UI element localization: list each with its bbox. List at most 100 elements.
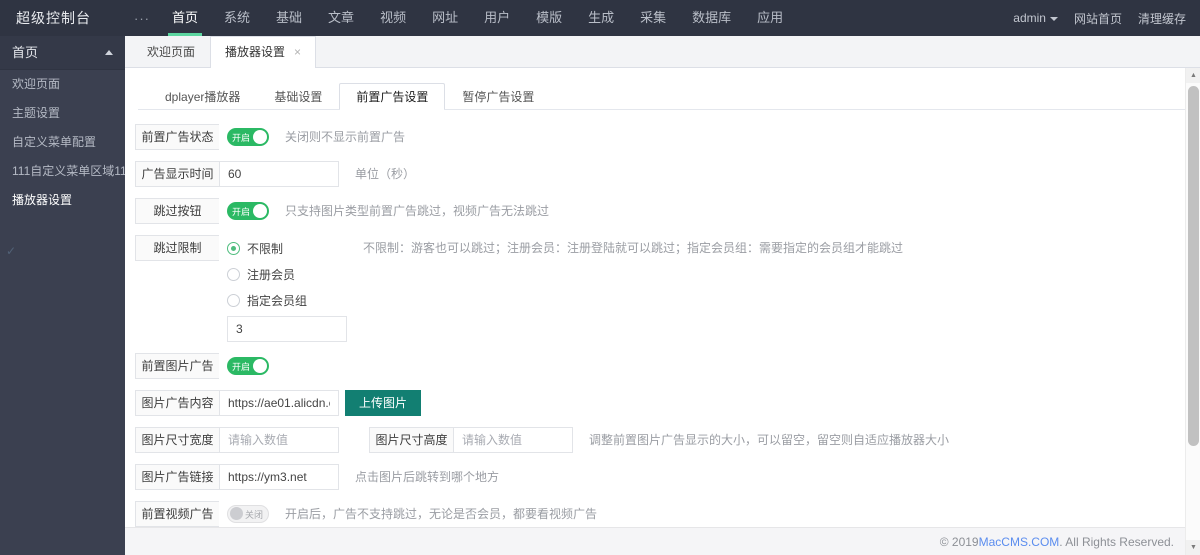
nav-item-video[interactable]: 视频 (367, 0, 419, 36)
preroll-ad-form: 前置广告状态 开启 关闭则不显示前置广告 广告显示时间 单位（秒） (125, 110, 1200, 555)
label-image-link: 图片广告链接 (135, 464, 219, 490)
main-nav: 首页 系统 基础 文章 视频 网址 用户 模版 生成 采集 数据库 应用 (159, 0, 796, 36)
hint-image-link: 点击图片后跳转到哪个地方 (355, 470, 500, 484)
footer: © 2019 MacCMS.COM. All Rights Reserved. (125, 527, 1200, 555)
radio-icon (227, 267, 240, 281)
app-logo: 超级控制台 (16, 10, 91, 26)
row-image-link: 图片广告链接 点击图片后跳转到哪个地方 (125, 464, 1200, 490)
input-image-height[interactable] (453, 427, 573, 453)
sidebar-group-home[interactable]: 首页 (0, 36, 125, 70)
row-image-ad: 前置图片广告 开启 (125, 353, 1200, 379)
toggle-image-ad-label: 开启 (232, 361, 251, 372)
nav-more-icon[interactable]: ··· (125, 11, 159, 26)
toggle-skip-button-label: 开启 (232, 206, 251, 217)
hint-video-ad: 开启后，广告不支持跳过，无论是否会员，都要看视频广告 (285, 507, 598, 521)
toggle-ad-status[interactable]: 开启 (227, 128, 269, 146)
row-ad-time: 广告显示时间 单位（秒） (125, 161, 1200, 187)
label-image-width: 图片尺寸宽度 (135, 427, 219, 453)
window-tab-welcome[interactable]: 欢迎页面 (132, 36, 211, 67)
hint-image-size: 调整前置图片广告显示的大小，可以留空，留空则自适应播放器大小 (589, 433, 950, 447)
toggle-video-ad[interactable]: 关闭 (227, 505, 269, 523)
sidebar-item-welcome[interactable]: 欢迎页面 (0, 70, 125, 99)
main-area: 欢迎页面 播放器设置 × dplayer播放器 基础设置 前置广告设置 暂停广告… (125, 36, 1200, 555)
radio-option-registered-member[interactable]: 注册会员 (227, 261, 347, 287)
input-member-group[interactable] (227, 316, 347, 342)
label-image-height: 图片尺寸高度 (369, 427, 453, 453)
sidebar: 首页 欢迎页面 主题设置 自定义菜单配置 111自定义菜单区域111 播放器设置… (0, 36, 125, 555)
nav-item-database[interactable]: 数据库 (679, 0, 744, 36)
header-right-group: admin 网站首页 清理缓存 (997, 10, 1200, 27)
nav-item-article[interactable]: 文章 (315, 0, 367, 36)
window-tab-welcome-label: 欢迎页面 (147, 44, 196, 59)
row-video-ad: 前置视频广告 关闭 开启后，广告不支持跳过，无论是否会员，都要看视频广告 (125, 501, 1200, 527)
scroll-up-arrow-icon[interactable]: ▲ (1186, 68, 1200, 83)
scrollbar-thumb[interactable] (1188, 86, 1199, 446)
nav-item-system[interactable]: 系统 (211, 0, 263, 36)
chevron-up-icon (105, 50, 113, 55)
hint-skip-limit: 不限制：游客也可以跳过；注册会员：注册登陆就可以跳过；指定会员组：需要指定的会员… (363, 241, 904, 255)
label-ad-time: 广告显示时间 (135, 161, 219, 187)
chevron-down-icon (1049, 16, 1058, 21)
sidebar-item-theme[interactable]: 主题设置 (0, 99, 125, 128)
top-header: 超级控制台 ··· 首页 系统 基础 文章 视频 网址 用户 模版 生成 采集 … (0, 0, 1200, 36)
nav-item-home[interactable]: 首页 (159, 0, 211, 36)
hint-ad-time: 单位（秒） (355, 167, 416, 181)
upload-image-button[interactable]: 上传图片 (345, 390, 422, 416)
settings-tab-bar: dplayer播放器 基础设置 前置广告设置 暂停广告设置 (138, 68, 1187, 110)
nav-item-app[interactable]: 应用 (744, 0, 796, 36)
tab-pause-ad-settings[interactable]: 暂停广告设置 (445, 83, 551, 109)
input-image-content[interactable] (219, 390, 339, 416)
input-ad-time[interactable] (219, 161, 339, 187)
tab-dplayer[interactable]: dplayer播放器 (148, 83, 257, 109)
site-home-link[interactable]: 网站首页 (1074, 10, 1122, 27)
vertical-scrollbar[interactable]: ▲ ▼ (1185, 68, 1200, 555)
toggle-ad-status-label: 开启 (232, 132, 251, 143)
sidebar-item-custom-menu-area[interactable]: 111自定义菜单区域111 (0, 157, 125, 186)
toggle-knob (230, 507, 243, 520)
content-panel: dplayer播放器 基础设置 前置广告设置 暂停广告设置 前置广告状态 开启 … (125, 68, 1200, 555)
label-video-ad: 前置视频广告 (135, 501, 219, 527)
radio-option-specified-group[interactable]: 指定会员组 (227, 287, 347, 313)
label-ad-status: 前置广告状态 (135, 124, 219, 150)
nav-item-template[interactable]: 模版 (523, 0, 575, 36)
row-ad-status: 前置广告状态 开启 关闭则不显示前置广告 (125, 124, 1200, 150)
footer-prefix: © 2019 (939, 534, 979, 549)
radio-option-unlimited-label: 不限制 (247, 241, 284, 256)
user-name: admin (1013, 11, 1046, 25)
nav-item-website[interactable]: 网址 (419, 0, 471, 36)
sidebar-item-custom-menu-config[interactable]: 自定义菜单配置 (0, 128, 125, 157)
cell-skip-button-toggle: 开启 (219, 198, 269, 224)
label-skip-limit: 跳过限制 (135, 235, 219, 261)
footer-suffix: . All Rights Reserved. (1059, 534, 1174, 549)
radio-option-specified-group-label: 指定会员组 (247, 293, 308, 308)
window-tab-player-settings[interactable]: 播放器设置 × (210, 36, 317, 68)
user-menu[interactable]: admin (1013, 11, 1058, 25)
row-skip-limit: 跳过限制 不限制 注册会员 指定会员组 3 不限制：游客也可以跳过；注册会员：注… (125, 235, 1200, 342)
hint-skip-button: 只支持图片类型前置广告跳过，视频广告无法跳过 (285, 204, 550, 218)
toggle-image-ad[interactable]: 开启 (227, 357, 269, 375)
row-image-size: 图片尺寸宽度 图片尺寸高度 调整前置图片广告显示的大小，可以留空，留空则自适应播… (125, 427, 1200, 453)
window-tab-strip: 欢迎页面 播放器设置 × (125, 36, 1200, 68)
tab-preroll-ad-settings[interactable]: 前置广告设置 (339, 83, 446, 110)
input-image-link[interactable] (219, 464, 339, 490)
scroll-down-arrow-icon[interactable]: ▼ (1186, 540, 1200, 555)
sidebar-item-player-settings[interactable]: 播放器设置 (0, 186, 125, 215)
input-image-width[interactable] (219, 427, 339, 453)
toggle-knob (253, 359, 267, 373)
app-root: 超级控制台 ··· 首页 系统 基础 文章 视频 网址 用户 模版 生成 采集 … (0, 0, 1200, 555)
cell-skip-limit-options: 不限制 注册会员 指定会员组 (219, 235, 347, 342)
nav-item-generate[interactable]: 生成 (575, 0, 627, 36)
close-icon[interactable]: × (294, 46, 301, 58)
check-icon: ✓ (6, 244, 17, 258)
window-tab-player-settings-label: 播放器设置 (225, 44, 286, 59)
tab-basic-settings[interactable]: 基础设置 (257, 83, 339, 109)
maccms-link[interactable]: MacCMS.COM (979, 535, 1060, 549)
nav-item-collect[interactable]: 采集 (627, 0, 679, 36)
nav-item-user[interactable]: 用户 (471, 0, 523, 36)
toggle-skip-button[interactable]: 开启 (227, 202, 269, 220)
nav-item-basic[interactable]: 基础 (263, 0, 315, 36)
label-image-content: 图片广告内容 (135, 390, 219, 416)
clear-cache-button[interactable]: 清理缓存 (1138, 10, 1186, 27)
cell-video-ad-toggle: 关闭 (219, 501, 269, 527)
radio-option-unlimited[interactable]: 不限制 (227, 235, 347, 261)
